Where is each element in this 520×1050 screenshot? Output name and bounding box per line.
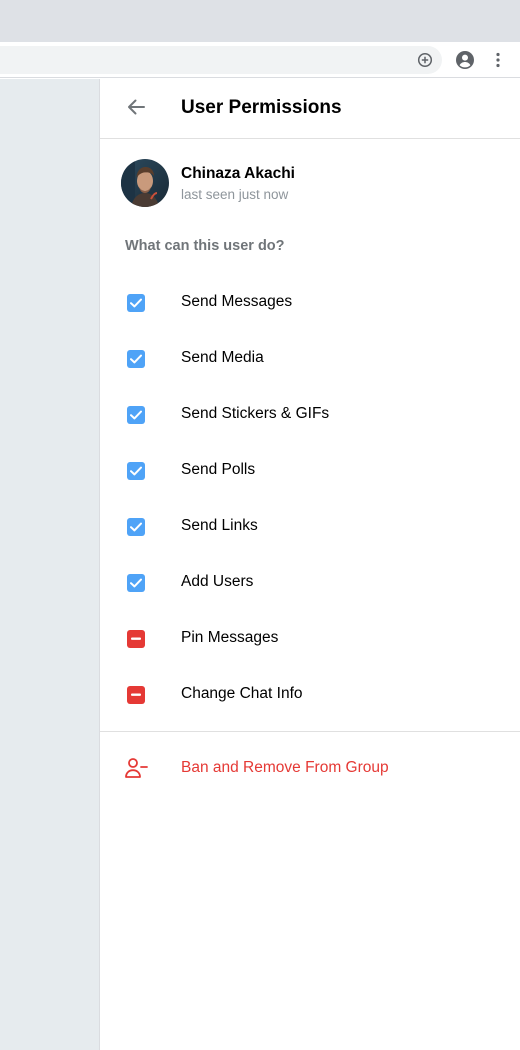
permission-label: Add Users [181, 573, 254, 590]
avatar[interactable] [121, 159, 169, 207]
check-icon [130, 466, 142, 476]
permission-list: Send Messages Send Media Send Stickers & G… [100, 275, 520, 723]
permission-label: Send Polls [181, 461, 256, 478]
minus-icon [131, 637, 141, 641]
checkbox-checked[interactable] [127, 406, 145, 424]
permission-row[interactable]: Add Users [100, 555, 520, 611]
back-button[interactable] [122, 95, 150, 123]
checkbox-checked[interactable] [127, 462, 145, 480]
permission-label: Send Media [181, 349, 264, 366]
check-icon [130, 522, 142, 532]
permission-row[interactable]: Change Chat Info [100, 667, 520, 723]
check-icon [130, 354, 142, 364]
arrow-left-icon [126, 97, 146, 122]
add-circle-icon[interactable] [413, 48, 437, 72]
user-info: Chinaza Akachi last seen just now [121, 159, 501, 209]
ban-label: Ban and Remove From Group [181, 759, 389, 776]
permission-label: Change Chat Info [181, 685, 303, 702]
checkbox-checked[interactable] [127, 294, 145, 312]
minus-icon [131, 693, 141, 697]
permission-row[interactable]: Send Links [100, 499, 520, 555]
check-icon [130, 578, 142, 588]
checkbox-checked[interactable] [127, 574, 145, 592]
checkbox-checked[interactable] [127, 350, 145, 368]
permission-label: Send Links [181, 517, 258, 534]
browser-toolbar [0, 42, 520, 78]
more-vert-icon[interactable] [486, 48, 510, 72]
section-label: What can this user do? [125, 238, 285, 254]
permission-row[interactable]: Send Stickers & GIFs [100, 387, 520, 443]
browser-tab-strip [0, 0, 520, 42]
permission-row[interactable]: Send Polls [100, 443, 520, 499]
permission-row[interactable]: Send Messages [100, 275, 520, 331]
check-icon [130, 410, 142, 420]
permission-label: Send Stickers & GIFs [181, 405, 330, 422]
panel-header: User Permissions [100, 79, 520, 139]
permission-row[interactable]: Pin Messages [100, 611, 520, 667]
checkbox-checked[interactable] [127, 518, 145, 536]
permission-row[interactable]: Send Media [100, 331, 520, 387]
user-status: last seen just now [181, 187, 289, 202]
check-icon [130, 298, 142, 308]
permission-label: Pin Messages [181, 629, 279, 646]
page-title: User Permissions [181, 97, 342, 118]
divider [100, 731, 520, 732]
ban-button[interactable]: Ban and Remove From Group [100, 739, 520, 795]
chat-background-pane [0, 79, 99, 1050]
account-icon[interactable] [453, 48, 477, 72]
checkbox-restricted[interactable] [127, 686, 145, 704]
user-name: Chinaza Akachi [181, 165, 295, 182]
permission-label: Send Messages [181, 293, 293, 310]
user-permissions-panel: User Permissions Chinaza Akachi last see… [99, 79, 520, 1050]
address-bar[interactable] [0, 46, 442, 74]
checkbox-restricted[interactable] [127, 630, 145, 648]
remove-user-icon [124, 756, 150, 780]
